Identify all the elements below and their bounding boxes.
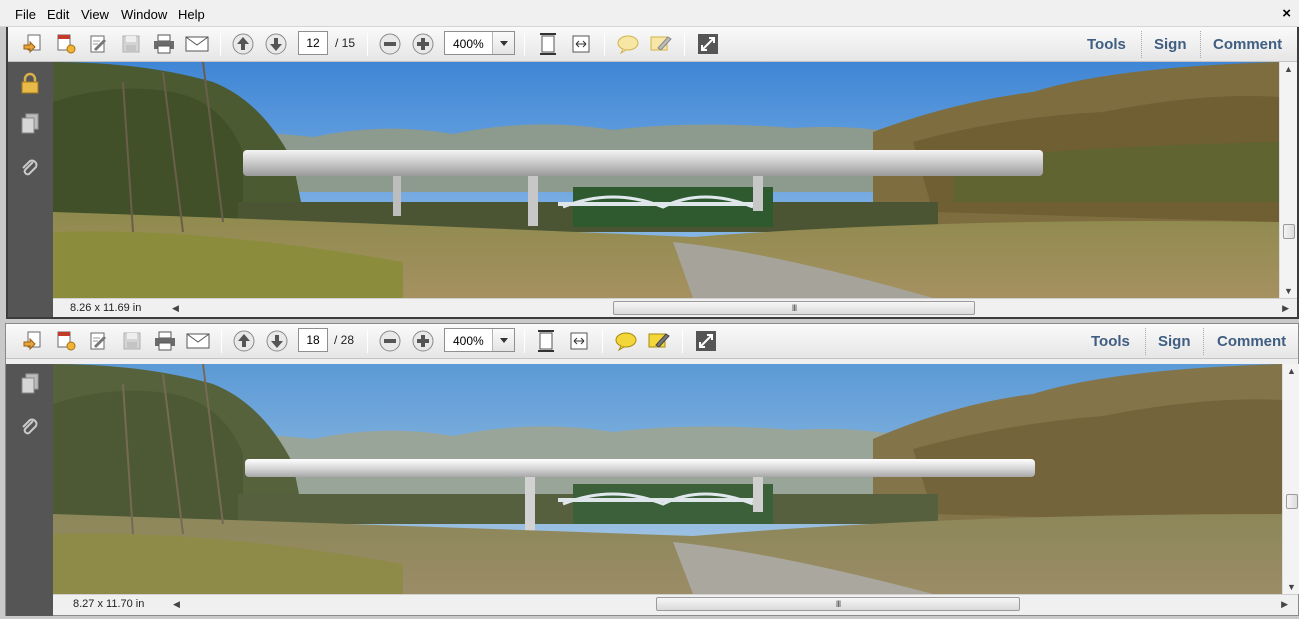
print-icon[interactable]	[151, 32, 177, 56]
page-up-icon[interactable]	[230, 32, 256, 56]
status-bar: 8.27 x 11.70 in ◀ III ▶	[53, 594, 1298, 613]
vertical-scrollbar[interactable]: ▲ ▼	[1279, 62, 1297, 298]
zoom-select[interactable]: 400%	[444, 328, 515, 352]
print-icon[interactable]	[152, 329, 178, 353]
bridge-photo	[53, 364, 1282, 594]
fit-page-icon[interactable]	[535, 32, 561, 56]
vertical-scroll-thumb[interactable]	[1283, 224, 1295, 239]
pages-icon[interactable]	[17, 111, 43, 137]
tools-link[interactable]: Tools	[1091, 333, 1130, 350]
navigation-pane	[6, 364, 53, 616]
zoom-select[interactable]: 400%	[444, 31, 515, 55]
sticky-note-icon[interactable]	[615, 32, 641, 56]
pages-icon[interactable]	[17, 371, 43, 397]
zoom-value: 400%	[453, 37, 484, 51]
horizontal-scroll-thumb[interactable]: III	[613, 301, 975, 315]
scroll-up-arrow-icon[interactable]: ▲	[1287, 366, 1296, 376]
scroll-left-arrow-icon[interactable]: ◀	[172, 303, 179, 314]
page-total: / 15	[335, 36, 356, 50]
export-pdf-icon[interactable]	[53, 32, 79, 56]
save-icon[interactable]	[119, 329, 145, 353]
create-pdf-icon[interactable]	[20, 329, 46, 353]
fit-page-icon[interactable]	[533, 329, 559, 353]
save-icon[interactable]	[118, 32, 144, 56]
scroll-left-arrow-icon[interactable]: ◀	[173, 599, 180, 610]
menu-view[interactable]: View	[81, 7, 109, 22]
page-number-input[interactable]: 12	[298, 31, 328, 55]
menu-edit[interactable]: Edit	[47, 7, 69, 22]
email-icon[interactable]	[184, 32, 210, 56]
vertical-scrollbar[interactable]: ▲ ▼	[1282, 364, 1299, 594]
highlight-icon[interactable]	[648, 32, 674, 56]
bridge-photo	[53, 62, 1279, 298]
fit-width-icon[interactable]	[566, 329, 592, 353]
scroll-down-arrow-icon[interactable]: ▼	[1287, 582, 1296, 592]
sign-link[interactable]: Sign	[1158, 333, 1191, 350]
document-page-view[interactable]	[53, 62, 1279, 298]
edit-pdf-icon[interactable]	[86, 329, 112, 353]
page-down-icon[interactable]	[264, 329, 290, 353]
page-size-label: 8.26 x 11.69 in	[70, 302, 142, 314]
vertical-scroll-thumb[interactable]	[1286, 494, 1298, 509]
sticky-note-icon[interactable]	[613, 329, 639, 353]
lock-icon[interactable]	[17, 70, 43, 96]
document-window-2: 18 / 28 400% Tools Sign Comment ▲ ▼ 8.27…	[5, 323, 1299, 616]
menu-file[interactable]: File	[15, 7, 36, 22]
page-down-icon[interactable]	[263, 32, 289, 56]
scroll-down-arrow-icon[interactable]: ▼	[1284, 286, 1293, 296]
page-number-input[interactable]: 18	[298, 328, 328, 352]
fullscreen-icon[interactable]	[695, 32, 721, 56]
email-icon[interactable]	[185, 329, 211, 353]
scroll-right-arrow-icon[interactable]: ▶	[1281, 599, 1288, 610]
document-window-1: 12 / 15 400% Tools Sign Comment ▲ ▼ 8.26…	[6, 27, 1299, 319]
toolbar: 12 / 15 400% Tools Sign Comment	[8, 27, 1297, 62]
menu-bar: File Edit View Window Help ×	[0, 0, 1299, 27]
chevron-down-icon[interactable]	[492, 329, 514, 351]
comment-link[interactable]: Comment	[1213, 36, 1282, 53]
zoom-in-icon[interactable]	[410, 329, 436, 353]
zoom-in-icon[interactable]	[410, 32, 436, 56]
sign-link[interactable]: Sign	[1154, 36, 1187, 53]
menu-help[interactable]: Help	[178, 7, 205, 22]
scroll-right-arrow-icon[interactable]: ▶	[1282, 303, 1289, 314]
page-up-icon[interactable]	[231, 329, 257, 353]
horizontal-scroll-thumb[interactable]: III	[656, 597, 1020, 611]
chevron-down-icon[interactable]	[492, 32, 514, 54]
menu-window[interactable]: Window	[121, 7, 167, 22]
zoom-out-icon[interactable]	[377, 329, 403, 353]
document-page-view[interactable]	[53, 364, 1282, 594]
export-pdf-icon[interactable]	[53, 329, 79, 353]
scroll-up-arrow-icon[interactable]: ▲	[1284, 64, 1293, 74]
highlight-icon[interactable]	[646, 329, 672, 353]
attachment-icon[interactable]	[17, 414, 43, 440]
zoom-value: 400%	[453, 334, 484, 348]
tools-link[interactable]: Tools	[1087, 36, 1126, 53]
edit-pdf-icon[interactable]	[86, 32, 112, 56]
create-pdf-icon[interactable]	[20, 32, 46, 56]
navigation-pane	[8, 62, 53, 317]
comment-link[interactable]: Comment	[1217, 333, 1286, 350]
status-bar: 8.26 x 11.69 in ◀ III ▶	[53, 298, 1297, 317]
attachment-icon[interactable]	[17, 155, 43, 181]
toolbar: 18 / 28 400% Tools Sign Comment	[6, 324, 1298, 359]
page-size-label: 8.27 x 11.70 in	[73, 598, 145, 610]
fullscreen-icon[interactable]	[693, 329, 719, 353]
page-total: / 28	[334, 333, 355, 347]
close-window-button[interactable]: ×	[1282, 5, 1291, 22]
zoom-out-icon[interactable]	[377, 32, 403, 56]
fit-width-icon[interactable]	[568, 32, 594, 56]
